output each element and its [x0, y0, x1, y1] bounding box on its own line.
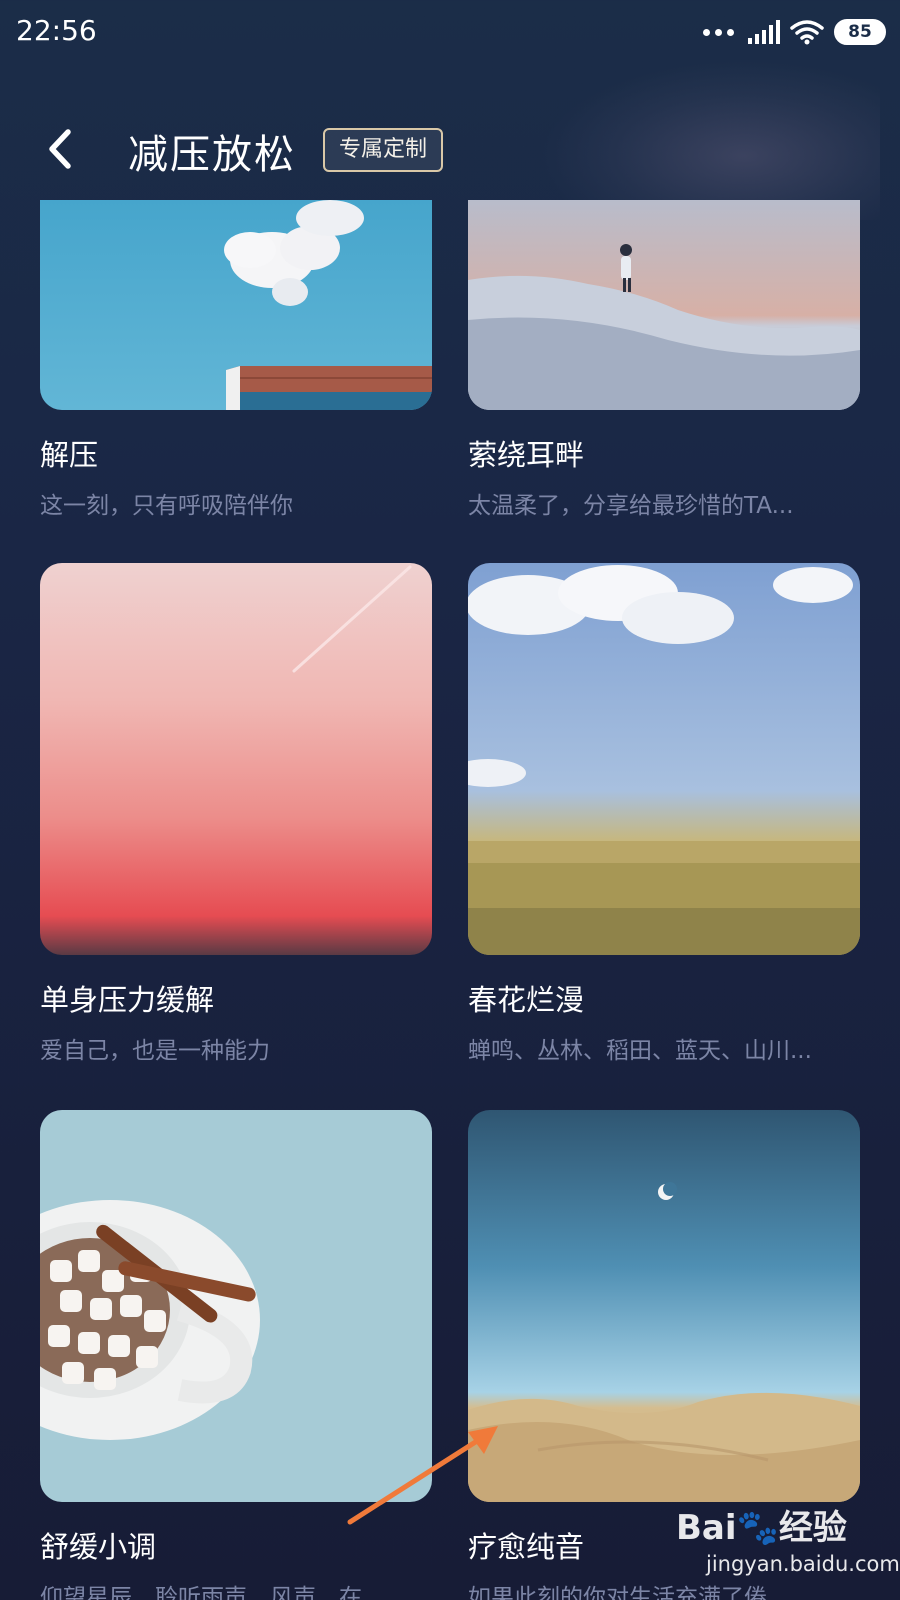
card-image-field[interactable]	[468, 563, 860, 955]
card-jieya[interactable]: 解压 这一刻，只有呼吸陪伴你	[40, 200, 432, 520]
card-image-snow[interactable]	[468, 200, 860, 410]
watermark-brand: Bai🐾经验	[676, 1508, 847, 1548]
card-danshen[interactable]: 单身压力缓解 爱自己，也是一种能力	[40, 563, 432, 1065]
cloud-roof-illustration	[224, 200, 432, 410]
card-image-pink[interactable]	[40, 563, 432, 955]
card-chunhua[interactable]: 春花烂漫 蝉鸣、丛林、稻田、蓝天、山川...	[468, 563, 860, 1065]
card-subtitle: 仰望星辰，聆听雨声，风声，在...	[40, 1585, 384, 1600]
card-image-desert[interactable]	[468, 1110, 860, 1502]
card-title: 舒缓小调	[40, 1530, 157, 1564]
card-grid: 解压 这一刻，只有呼吸陪伴你 萦绕耳畔 太温柔了，分享给最珍惜的TA... 单身…	[0, 0, 900, 1600]
annotation-arrow-icon	[347, 1426, 498, 1525]
card-title: 单身压力缓解	[40, 983, 215, 1017]
card-subtitle: 太温柔了，分享给最珍惜的TA...	[468, 493, 794, 519]
card-title: 春花烂漫	[468, 983, 585, 1017]
desert-moon-illustration	[468, 1182, 860, 1502]
watermark-url: jingyan.baidu.com	[706, 1552, 900, 1576]
card-subtitle: 爱自己，也是一种能力	[40, 1038, 270, 1064]
field-sky-illustration	[468, 565, 860, 955]
watermark: Bai🐾经验 jingyan.baidu.com	[676, 1500, 900, 1600]
card-yingrao[interactable]: 萦绕耳畔 太温柔了，分享给最珍惜的TA...	[468, 200, 860, 520]
card-title: 解压	[40, 438, 99, 472]
card-subtitle: 这一刻，只有呼吸陪伴你	[40, 493, 293, 519]
snow-hill-illustration	[468, 244, 860, 410]
contrail-illustration	[292, 565, 412, 673]
card-title: 萦绕耳畔	[468, 438, 585, 472]
card-image-sky[interactable]	[40, 200, 432, 410]
card-subtitle: 蝉鸣、丛林、稻田、蓝天、山川...	[468, 1038, 812, 1064]
